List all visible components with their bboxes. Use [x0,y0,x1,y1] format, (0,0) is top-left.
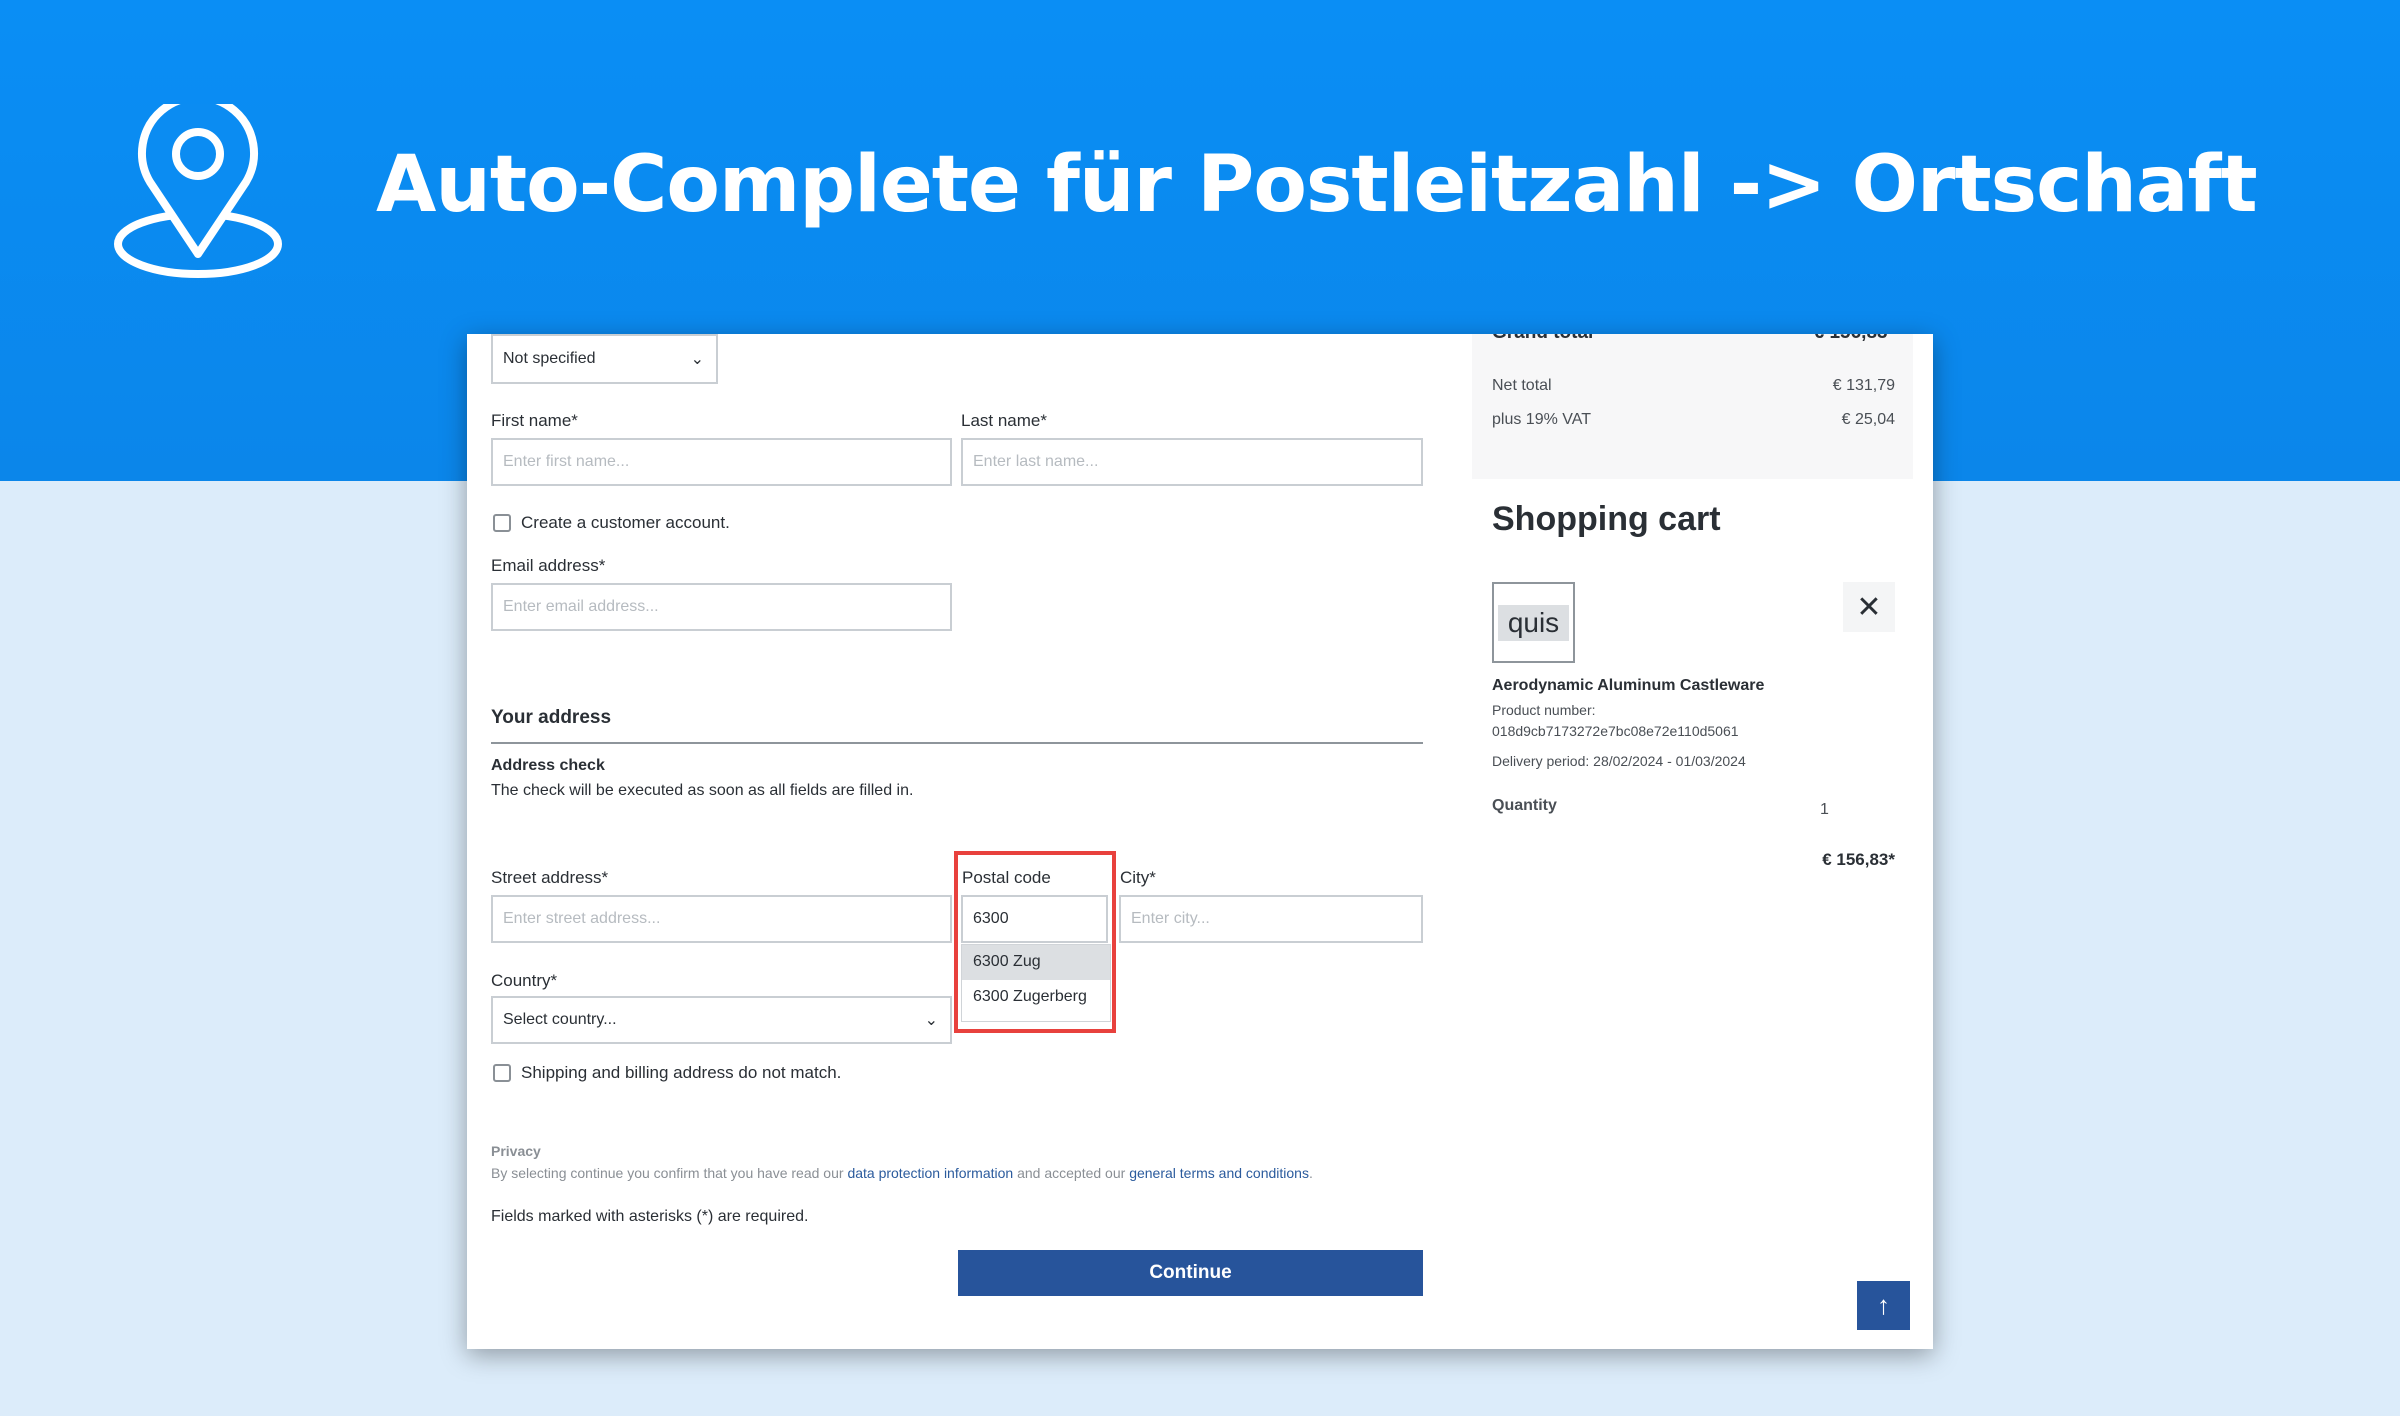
last-name-label: Last name* [961,411,1047,430]
last-name-input[interactable]: Enter last name... [961,438,1423,486]
grand-total-label: Grand total [1492,334,1593,344]
salutation-select[interactable]: Not specified ⌄ [491,334,718,384]
privacy-text-part: By selecting continue you confirm that y… [491,1165,848,1181]
country-value: Select country... [503,1011,617,1028]
product-name[interactable]: Aerodynamic Aluminum Castleware [1492,677,1764,695]
quantity-value[interactable]: 1 [1820,801,1829,819]
continue-button[interactable]: Continue [958,1250,1423,1296]
city-label: City* [1120,868,1156,887]
arrow-up-icon: ↑ [1877,1290,1890,1320]
net-total-label: Net total [1492,377,1552,394]
country-label: Country* [491,971,558,990]
cart-title: Shopping cart [1492,500,1721,538]
divider [491,742,1423,744]
quantity-label: Quantity [1492,797,1557,814]
create-account-label: Create a customer account. [521,513,730,532]
privacy-text-part: and accepted our [1013,1165,1130,1181]
address-heading: Your address [491,707,612,728]
privacy-title: Privacy [491,1143,541,1159]
scroll-top-button[interactable]: ↑ [1857,1281,1910,1330]
checkout-screenshot: Not specified ⌄ First name* Enter first n… [467,334,1933,1349]
map-pin-icon [114,104,282,278]
net-total-value: € 131,79 [1832,377,1895,394]
delivery-period: Delivery period: 28/02/2024 - 01/03/2024 [1492,753,1746,769]
close-icon: ✕ [1856,590,1882,624]
terms-link[interactable]: general terms and conditions [1129,1165,1309,1181]
vat-value: € 25,04 [1841,411,1895,428]
privacy-text: By selecting continue you confirm that y… [491,1165,1313,1181]
first-name-input[interactable]: Enter first name... [491,438,952,486]
grand-total-value: € 156,83* [1814,334,1895,344]
address-check-title: Address check [491,757,605,774]
highlight-box [954,851,1116,1033]
shipping-diff-label: Shipping and billing address do not matc… [521,1063,842,1082]
chevron-down-icon: ⌄ [690,351,704,368]
country-select[interactable]: Select country... ⌄ [491,996,952,1044]
vat-label: plus 19% VAT [1492,411,1592,428]
first-name-label: First name* [491,411,578,430]
email-label: Email address* [491,556,606,575]
shipping-diff-checkbox[interactable] [493,1064,511,1082]
street-input[interactable]: Enter street address... [491,895,952,943]
salutation-value: Not specified [503,350,596,367]
remove-item-button[interactable]: ✕ [1843,582,1895,632]
product-image-text: quis [1497,604,1570,641]
privacy-text-part: . [1308,1165,1313,1181]
create-account-checkbox[interactable] [493,514,511,532]
city-input[interactable]: Enter city... [1119,895,1423,943]
email-input[interactable]: Enter email address... [491,583,952,631]
required-note: Fields marked with asterisks (*) are req… [491,1208,809,1225]
product-image[interactable]: quis [1492,582,1575,663]
product-number-label: Product number: [1492,702,1596,718]
item-price: € 156,83* [1822,850,1895,869]
street-label: Street address* [491,868,609,887]
data-protection-link[interactable]: data protection information [847,1165,1013,1181]
product-number: 018d9cb7173272e7bc08e72e110d5061 [1492,723,1739,739]
page-title: Auto-Complete für Postleitzahl -> Ortsch… [376,140,2258,230]
summary-box [1472,334,1913,479]
address-check-text: The check will be executed as soon as al… [491,782,914,799]
chevron-down-icon: ⌄ [924,1012,938,1029]
